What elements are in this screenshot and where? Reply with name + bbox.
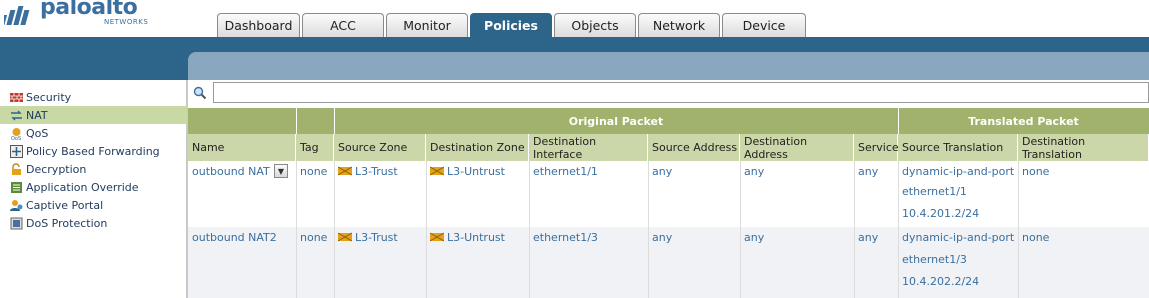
source-address-value[interactable]: any	[648, 163, 672, 181]
destination-zone-value[interactable]: L3-Untrust	[426, 229, 505, 247]
destination-translation-value[interactable]: none	[1018, 229, 1049, 247]
col-header-name[interactable]: Name	[188, 134, 296, 161]
sidebar-item-decryption[interactable]: Decryption	[0, 160, 187, 178]
sidebar-item-nat[interactable]: NAT	[0, 106, 187, 124]
sidebar-item-qos[interactable]: QoS QoS	[0, 124, 187, 142]
tab-policies[interactable]: Policies	[470, 13, 552, 37]
source-zone-label: L3-Trust	[355, 165, 398, 178]
sidebar: Security NAT QoS QoS Policy Based Forwar…	[0, 80, 188, 298]
col-header-source-zone[interactable]: Source Zone	[334, 134, 426, 161]
search-input[interactable]	[213, 82, 1149, 103]
tag-value[interactable]: none	[296, 163, 327, 181]
dos-icon	[10, 217, 23, 229]
firewall-icon	[10, 92, 23, 102]
pbf-icon	[10, 144, 23, 158]
col-header-source-translation[interactable]: Source Translation	[898, 134, 1018, 161]
sidebar-item-label: Security	[26, 90, 72, 104]
source-translation-type[interactable]: dynamic-ip-and-port	[898, 163, 1014, 181]
tab-device[interactable]: Device	[722, 13, 806, 37]
col-header-destination-interface[interactable]: Destination Interface	[529, 134, 648, 161]
destination-zone-label: L3-Untrust	[447, 165, 505, 178]
logo-mark-icon	[4, 6, 30, 25]
captive-portal-icon	[10, 199, 23, 211]
source-translation-address[interactable]: 10.4.201.2/24	[898, 205, 979, 223]
col-header-destination-address[interactable]: Destination Address	[740, 134, 854, 161]
svg-text:QoS: QoS	[11, 136, 21, 140]
zone-icon	[338, 232, 352, 242]
source-zone-value[interactable]: L3-Trust	[334, 229, 398, 247]
zone-icon	[430, 232, 444, 242]
zone-icon	[430, 166, 444, 176]
service-value[interactable]: any	[854, 229, 878, 247]
destination-translation-value[interactable]: none	[1018, 163, 1049, 181]
row-menu-dropdown[interactable]: ▼	[274, 164, 288, 178]
logo-subtext: NETWORKS	[104, 18, 149, 26]
sidebar-item-label: DoS Protection	[26, 216, 108, 230]
sidebar-item-label: NAT	[26, 108, 48, 122]
destination-interface-value[interactable]: ethernet1/1	[529, 163, 598, 181]
source-translation-interface[interactable]: ethernet1/1	[898, 183, 967, 201]
sidebar-item-dos-protection[interactable]: DoS Protection	[0, 214, 187, 232]
tab-objects[interactable]: Objects	[554, 13, 636, 37]
panel-header	[188, 52, 1149, 80]
service-value[interactable]: any	[854, 163, 878, 181]
group-original-packet: Original Packet	[568, 114, 664, 128]
rule-name-link[interactable]: outbound NAT2	[188, 229, 277, 247]
source-zone-value[interactable]: L3-Trust	[334, 163, 398, 181]
tag-value[interactable]: none	[296, 229, 327, 247]
sidebar-item-security[interactable]: Security	[0, 88, 187, 106]
source-translation-interface[interactable]: ethernet1/3	[898, 251, 967, 269]
destination-interface-value[interactable]: ethernet1/3	[529, 229, 598, 247]
destination-address-value[interactable]: any	[740, 163, 764, 181]
palo-alto-logo: paloalto NETWORKS	[0, 0, 200, 36]
logo-text: paloalto	[40, 0, 138, 20]
sidebar-item-policy-based-forwarding[interactable]: Policy Based Forwarding	[0, 142, 187, 160]
rule-name-link[interactable]: outbound NAT	[188, 163, 270, 181]
destination-zone-label: L3-Untrust	[447, 231, 505, 244]
source-address-value[interactable]: any	[648, 229, 672, 247]
nat-icon	[11, 110, 22, 120]
search-icon[interactable]	[193, 86, 207, 100]
source-translation-type[interactable]: dynamic-ip-and-port	[898, 229, 1014, 247]
qos-icon: QoS	[11, 127, 21, 140]
zone-icon	[338, 166, 352, 176]
sidebar-item-label: Captive Portal	[26, 198, 104, 212]
app-override-icon	[11, 181, 22, 193]
main-tabs: Dashboard ACC Monitor Policies Objects N…	[217, 13, 808, 37]
lock-icon	[12, 162, 21, 175]
sidebar-item-label: Policy Based Forwarding	[26, 144, 160, 158]
destination-address-value[interactable]: any	[740, 229, 764, 247]
col-header-source-address[interactable]: Source Address	[648, 134, 740, 161]
chevron-down-icon: ▼	[277, 166, 285, 176]
sidebar-item-label: QoS	[26, 126, 49, 140]
source-zone-label: L3-Trust	[355, 231, 398, 244]
sidebar-item-application-override[interactable]: Application Override	[0, 178, 187, 196]
destination-zone-value[interactable]: L3-Untrust	[426, 163, 505, 181]
tab-network[interactable]: Network	[638, 13, 720, 37]
col-header-service[interactable]: Service	[854, 134, 899, 161]
source-translation-address[interactable]: 10.4.202.2/24	[898, 273, 979, 291]
tab-acc[interactable]: ACC	[302, 13, 384, 37]
col-header-destination-zone[interactable]: Destination Zone	[426, 134, 529, 161]
sidebar-item-captive-portal[interactable]: Captive Portal	[0, 196, 187, 214]
col-header-tag[interactable]: Tag	[296, 134, 334, 161]
col-header-destination-translation[interactable]: Destination Translation	[1018, 134, 1149, 161]
tab-monitor[interactable]: Monitor	[386, 13, 468, 37]
sidebar-item-label: Application Override	[26, 180, 139, 194]
sidebar-item-label: Decryption	[26, 162, 87, 176]
group-translated-packet: Translated Packet	[968, 114, 1079, 128]
tab-dashboard[interactable]: Dashboard	[217, 13, 300, 37]
